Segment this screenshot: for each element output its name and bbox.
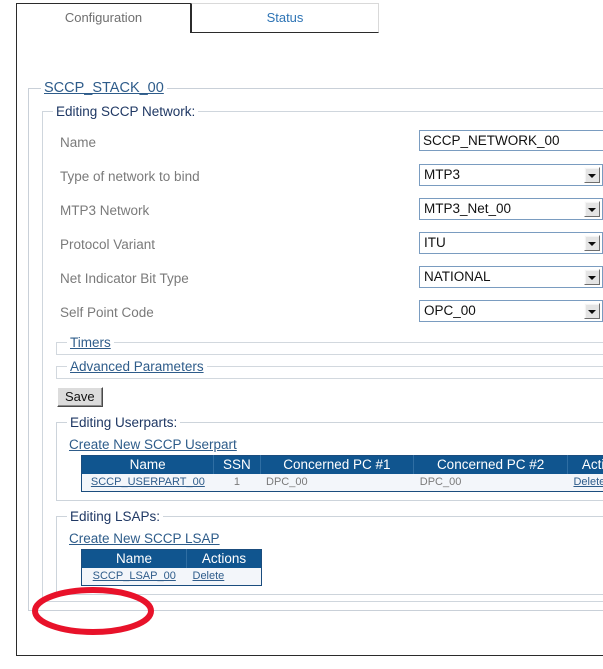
field-row-self-point-code: Self Point Code OPC_00 — [43, 297, 603, 331]
label-self-point-code: Self Point Code — [60, 305, 154, 320]
create-new-sccp-userpart-link[interactable]: Create New SCCP Userpart — [69, 437, 237, 452]
cell-actions: Delete — [567, 474, 603, 492]
label-mtp3-network: MTP3 Network — [60, 203, 150, 218]
cell-actions: Delete — [186, 568, 262, 586]
field-row-type-of-network-to-bind: Type of network to bind MTP3 — [43, 161, 603, 195]
chevron-down-icon[interactable] — [584, 201, 600, 217]
lsap-name-link[interactable]: SCCP_LSAP_00 — [93, 570, 176, 582]
sccp-stack-fieldset: SCCP_STACK_00 Editing SCCP Network: Name… — [28, 80, 603, 611]
cell-concerned-pc-2: DPC_00 — [413, 474, 568, 492]
table-row: SCCP_LSAP_00 Delete — [81, 568, 262, 586]
editing-userparts-legend: Editing Userparts: — [70, 415, 178, 430]
select-value-protocol-variant: ITU — [424, 235, 446, 250]
input-name[interactable] — [419, 130, 603, 151]
select-type-of-network-to-bind[interactable]: MTP3 — [419, 164, 603, 186]
field-row-net-indicator-bit-type: Net Indicator Bit Type NATIONAL — [43, 263, 603, 297]
column-header-actions: Actions — [567, 455, 603, 474]
column-header-ssn: SSN — [213, 455, 261, 474]
select-self-point-code[interactable]: OPC_00 — [419, 300, 603, 322]
save-button[interactable]: Save — [57, 387, 103, 407]
label-protocol-variant: Protocol Variant — [60, 237, 156, 252]
label-type-of-network-to-bind: Type of network to bind — [60, 169, 200, 184]
field-row-mtp3-network: MTP3 Network MTP3_Net_00 — [43, 195, 603, 229]
column-header-actions: Actions — [186, 549, 262, 568]
editing-lsaps-legend: Editing LSAPs: — [70, 509, 161, 524]
tab-status[interactable]: Status — [191, 3, 379, 33]
column-header-concerned-pc-1: Concerned PC #1 — [260, 455, 415, 474]
label-net-indicator-bit-type: Net Indicator Bit Type — [60, 271, 189, 286]
select-mtp3-network[interactable]: MTP3_Net_00 — [419, 198, 603, 220]
configuration-panel: SCCP_STACK_00 Editing SCCP Network: Name… — [16, 32, 603, 656]
create-new-sccp-lsap-link[interactable]: Create New SCCP LSAP — [69, 531, 220, 546]
field-row-name: Name — [43, 127, 603, 161]
table-header-row: Name Actions — [81, 549, 262, 568]
cell-concerned-pc-1: DPC_00 — [260, 474, 414, 492]
select-value-type-of-network-to-bind: MTP3 — [424, 167, 461, 182]
select-protocol-variant[interactable]: ITU — [419, 232, 603, 254]
editing-sccp-network-fieldset: Editing SCCP Network: Name Type of netwo… — [42, 104, 603, 602]
delete-lsap-link[interactable]: Delete — [193, 570, 225, 582]
label-name: Name — [60, 135, 97, 150]
advanced-parameters-legend-link[interactable]: Advanced Parameters — [67, 359, 207, 374]
cell-name: SCCP_USERPART_00 — [81, 474, 214, 492]
userparts-table: Name SSN Concerned PC #1 Concerned PC #2… — [81, 455, 603, 492]
userpart-name-link[interactable]: SCCP_USERPART_00 — [91, 476, 205, 488]
select-value-self-point-code: OPC_00 — [424, 303, 476, 318]
column-header-name: Name — [81, 549, 187, 568]
cell-name: SCCP_LSAP_00 — [81, 568, 187, 586]
tab-configuration[interactable]: Configuration — [16, 3, 191, 33]
timers-legend-link[interactable]: Timers — [67, 335, 114, 350]
lsaps-table: Name Actions SCCP_LSAP_00 Delete — [81, 549, 262, 586]
chevron-down-icon[interactable] — [584, 167, 600, 183]
chevron-down-icon[interactable] — [584, 235, 600, 251]
select-value-net-indicator-bit-type: NATIONAL — [424, 269, 491, 284]
select-value-mtp3-network: MTP3_Net_00 — [424, 201, 512, 216]
timers-fieldset: Timers — [56, 335, 603, 355]
column-header-concerned-pc-2: Concerned PC #2 — [413, 455, 568, 474]
table-row: SCCP_USERPART_00 1 DPC_00 DPC_00 Delete — [81, 474, 603, 492]
chevron-down-icon[interactable] — [584, 303, 600, 319]
advanced-parameters-fieldset: Advanced Parameters — [56, 359, 603, 379]
field-row-protocol-variant: Protocol Variant ITU — [43, 229, 603, 263]
delete-userpart-link[interactable]: Delete — [573, 476, 603, 488]
editing-lsaps-fieldset: Editing LSAPs: Create New SCCP LSAP Name… — [56, 509, 603, 595]
cell-ssn: 1 — [213, 474, 261, 492]
chevron-down-icon[interactable] — [584, 269, 600, 285]
column-header-name: Name — [81, 455, 215, 474]
tab-strip: Configuration Status — [0, 0, 603, 33]
select-net-indicator-bit-type[interactable]: NATIONAL — [419, 266, 603, 288]
table-header-row: Name SSN Concerned PC #1 Concerned PC #2… — [81, 455, 603, 474]
editing-userparts-fieldset: Editing Userparts: Create New SCCP Userp… — [56, 415, 603, 501]
sccp-stack-legend-link[interactable]: SCCP_STACK_00 — [41, 80, 167, 96]
editing-sccp-network-legend: Editing SCCP Network: — [56, 104, 196, 119]
